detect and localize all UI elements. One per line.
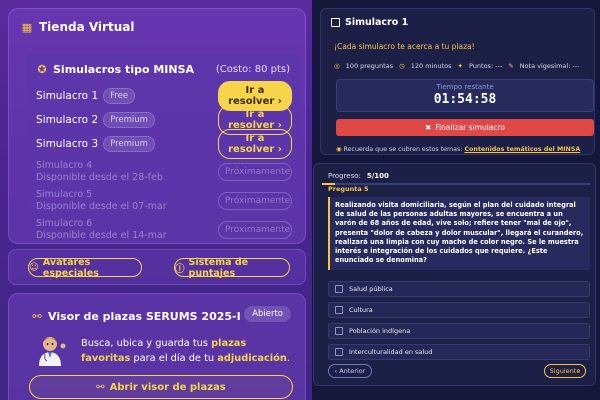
timer-label: Tiempo restante [436, 83, 494, 91]
timer-value: 01:54:58 [433, 92, 497, 107]
coming-soon-button: Próximamente [218, 221, 292, 239]
simulacros-box: ✪ Simulacros tipo MINSA (Costo: 80 pts) … [26, 53, 300, 242]
coming-soon-button: Próximamente [218, 192, 292, 210]
store-header: ▦ Tienda Virtual [21, 20, 135, 34]
checkbox[interactable] [335, 348, 343, 356]
progress-label: Progreso: [328, 172, 361, 180]
free-badge: Free [103, 88, 136, 104]
simulacro-row: Simulacro 3 Premium Ir a resolver › [36, 129, 292, 159]
question-card: Progreso: 5/100 Pregunta 5 Realizando vi… [313, 163, 596, 386]
simulacro-row: Simulacro 2 Premium Ir a resolver › [36, 105, 292, 135]
upcoming-row: Simulacro 4 Disponible desde el 28-feb P… [36, 157, 292, 187]
info-icon: ◉ [336, 146, 342, 153]
grade-icon: ✎ [508, 62, 514, 70]
simulacros-header: ✪ Simulacros tipo MINSA (Costo: 80 pts) [36, 63, 290, 76]
checkbox[interactable] [335, 306, 343, 314]
glasses-icon: ⚯ [96, 381, 105, 393]
visor-header: ⚯ Visor de plazas SERUMS 2025-I [31, 310, 241, 323]
status-badge: Abierto [244, 306, 291, 322]
upcoming-date: Disponible desde el 14-mar [36, 230, 167, 241]
medal-icon: ✪ [37, 63, 47, 76]
finish-button[interactable]: ✖ Finalizar simulacro [336, 119, 594, 136]
visor-card: ⚯ Visor de plazas SERUMS 2025-I Abierto … [8, 293, 306, 400]
resolve-button[interactable]: Ir a resolver › [218, 129, 292, 159]
store-title: Tienda Virtual [39, 20, 135, 34]
upcoming-name: Simulacro 4 [36, 160, 93, 171]
question-icon: ◎ [334, 62, 340, 70]
premium-badge: Premium [103, 112, 155, 128]
checkbox[interactable] [335, 327, 343, 335]
document-icon [331, 18, 340, 27]
premium-badge: Premium [103, 136, 155, 152]
simulacro-name: Simulacro 1 [36, 90, 99, 102]
clock-icon: ◷ [399, 62, 405, 70]
cost-label: (Costo: 80 pts) [215, 64, 290, 75]
progress-value: 5/100 [366, 172, 389, 180]
upcoming-row: Simulacro 6 Disponible desde el 14-mar P… [36, 215, 292, 245]
simulacro-stats: ◎ 100 preguntas ◷ 120 minutos ✦ Puntos: ---… [334, 62, 580, 70]
answer-option[interactable]: Interculturalidad en salud [328, 344, 590, 360]
question-text: Realizando visita domiciliaria, según el… [328, 197, 590, 270]
simulacro-name: Simulacro 3 [36, 138, 99, 150]
visor-title: Visor de plazas SERUMS 2025-I [48, 310, 241, 323]
simulacro-row: Simulacro 1 Free Ir a resolver › [36, 81, 292, 111]
simulacro-subtitle: ¡Cada simulacro te acerca a tu plaza! [334, 42, 475, 51]
answer-option[interactable]: Cultura [328, 302, 590, 318]
upcoming-name: Simulacro 6 [36, 218, 93, 229]
simulacros-title: Simulacros tipo MINSA [53, 63, 195, 76]
upcoming-name: Simulacro 5 [36, 189, 93, 200]
features-row: ☺ Avatares especiales ⓘ Sistema de punta… [8, 249, 306, 285]
simulacro-title: Simulacro 1 [345, 17, 409, 28]
answer-option[interactable]: Salud pública [328, 281, 590, 297]
question-label: Pregunta 5 [328, 185, 369, 193]
doctor-avatar [39, 337, 66, 366]
close-icon: ✖ [424, 123, 432, 132]
star-icon: ✦ [457, 62, 463, 70]
coming-soon-button: Próximamente [218, 163, 292, 181]
glasses-icon: ⚯ [32, 310, 42, 323]
left-panel: ▦ Tienda Virtual ✪ Simulacros tipo MINSA… [0, 0, 312, 400]
visor-description: Busca, ubica y guarda tus plazas favorit… [81, 338, 290, 364]
simulacro-card: Simulacro 1 ¡Cada simulacro te acerca a … [320, 8, 595, 155]
store-card: ▦ Tienda Virtual ✪ Simulacros tipo MINSA… [8, 8, 306, 244]
points-button[interactable]: ⓘ Sistema de puntajes [174, 257, 290, 279]
upcoming-date: Disponible desde el 28-feb [36, 172, 163, 183]
simulacro-name: Simulacro 2 [36, 114, 99, 126]
avatars-button[interactable]: ☺ Avatares especiales [28, 257, 142, 279]
timer-box: Tiempo restante 01:54:58 [336, 79, 594, 112]
previous-button[interactable]: ‹ Anterior [328, 364, 372, 378]
face-icon: ☺ [29, 262, 39, 273]
checkbox[interactable] [335, 285, 343, 293]
progress-row: Progreso: 5/100 [328, 172, 389, 180]
info-icon: ⓘ [175, 263, 185, 275]
topics-reminder: ◉ Recuerda que se cubren estos temas: Co… [336, 146, 581, 153]
next-button[interactable]: Siguiente [544, 364, 586, 378]
upcoming-row: Simulacro 5 Disponible desde el 07-mar P… [36, 186, 292, 216]
topics-link[interactable]: Contenidos temáticos del MINSA [464, 146, 580, 153]
store-icon: ▦ [21, 20, 33, 34]
simulacro-header: Simulacro 1 [331, 17, 408, 28]
upcoming-date: Disponible desde el 07-mar [36, 201, 167, 212]
answer-option[interactable]: Población indígena [328, 323, 590, 339]
open-visor-button[interactable]: ⚯ Abrir visor de plazas [29, 375, 293, 399]
